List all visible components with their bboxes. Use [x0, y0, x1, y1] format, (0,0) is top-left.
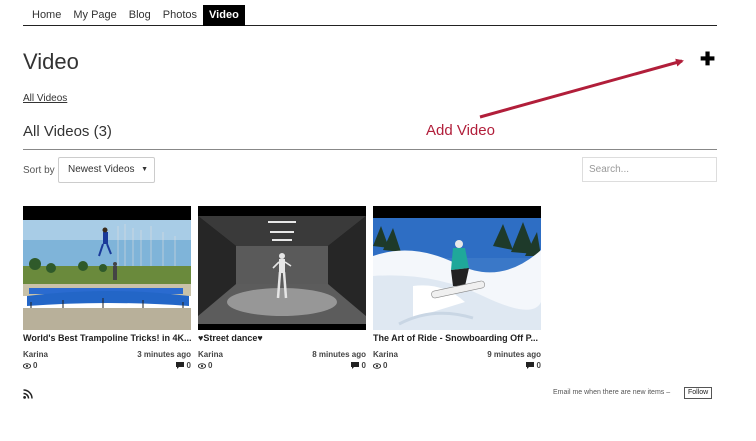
views-count: 0	[373, 361, 387, 370]
search-input[interactable]	[582, 157, 717, 182]
eye-icon	[23, 362, 31, 369]
add-video-annotation: Add Video	[426, 122, 495, 139]
comment-icon	[175, 362, 184, 369]
video-time: 9 minutes ago	[487, 350, 541, 359]
video-title[interactable]: The Art of Ride - Snowboarding Off P...	[373, 333, 541, 343]
video-card: The Art of Ride - Snowboarding Off P... …	[373, 206, 541, 371]
views-value: 0	[383, 361, 388, 370]
video-thumbnail[interactable]	[198, 206, 366, 330]
views-value: 0	[33, 361, 38, 370]
video-title[interactable]: World's Best Trampoline Tricks! in 4K...	[23, 333, 191, 343]
comments-count: 0	[525, 361, 541, 370]
section-title: All Videos (3)	[23, 123, 112, 140]
video-author[interactable]: Karina	[198, 350, 223, 359]
comments-value: 0	[186, 361, 191, 370]
comment-icon	[525, 362, 534, 369]
sort-select-value: Newest Videos	[68, 164, 135, 175]
comment-icon	[350, 362, 359, 369]
follow-button[interactable]: Follow	[684, 387, 713, 399]
add-video-plus-icon[interactable]: ✚	[700, 50, 715, 68]
nav-photos[interactable]: Photos	[157, 5, 203, 26]
video-author[interactable]: Karina	[373, 350, 398, 359]
video-thumbnail[interactable]	[373, 206, 541, 330]
views-count: 0	[23, 361, 37, 370]
annotation-arrow	[479, 58, 684, 119]
section-divider	[23, 149, 717, 150]
comments-count: 0	[350, 361, 366, 370]
nav-home[interactable]: Home	[23, 5, 67, 26]
video-author[interactable]: Karina	[23, 350, 48, 359]
page-title: Video	[23, 49, 79, 74]
rss-icon[interactable]	[23, 389, 33, 399]
nav-video[interactable]: Video	[203, 5, 245, 26]
sort-select[interactable]: Newest Videos ▼	[58, 157, 155, 183]
nav-my-page[interactable]: My Page	[67, 5, 122, 26]
email-notify-text: Email me when there are new items –	[553, 389, 671, 396]
video-time: 8 minutes ago	[312, 350, 366, 359]
comments-value: 0	[536, 361, 541, 370]
comments-count: 0	[175, 361, 191, 370]
eye-icon	[373, 362, 381, 369]
breadcrumb-all-videos[interactable]: All Videos	[23, 93, 67, 104]
sort-label: Sort by	[23, 165, 55, 176]
video-card: ♥Street dance♥ Karina 8 minutes ago 0 0	[198, 206, 366, 371]
views-count: 0	[198, 361, 212, 370]
video-time: 3 minutes ago	[137, 350, 191, 359]
nav-blog[interactable]: Blog	[123, 5, 157, 26]
video-title[interactable]: ♥Street dance♥	[198, 333, 366, 343]
video-card: World's Best Trampoline Tricks! in 4K...…	[23, 206, 191, 371]
main-nav: Home My Page Blog Photos Video	[23, 5, 717, 26]
caret-down-icon: ▼	[141, 166, 148, 173]
views-value: 0	[208, 361, 213, 370]
comments-value: 0	[361, 361, 366, 370]
eye-icon	[198, 362, 206, 369]
video-thumbnail[interactable]	[23, 206, 191, 330]
